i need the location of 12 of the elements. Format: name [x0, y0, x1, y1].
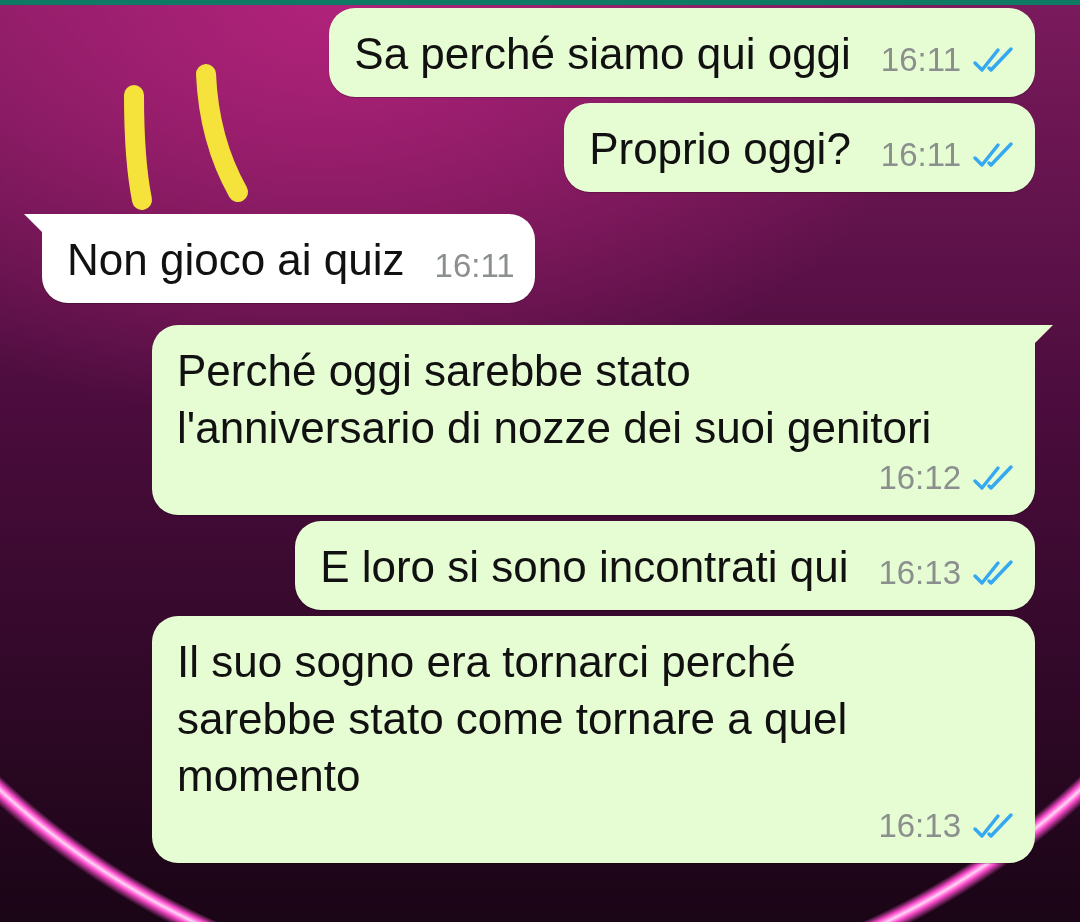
message-time: 16:11 — [880, 135, 961, 175]
message-time: 16:11 — [434, 246, 515, 286]
message-time: 16:11 — [880, 40, 961, 80]
message-text: Non gioco ai quiz — [67, 234, 405, 286]
message-text: E loro si sono incontrati qui — [320, 541, 849, 593]
message-time: 16:13 — [878, 553, 961, 593]
message-text: Il suo sogno era tornarci perché sarebbe stato come tornare a quel momento — [177, 636, 849, 802]
message-text: Perché oggi sarebbe stato l'anniversario di nozze dei suoi genitori — [177, 345, 933, 454]
message-text: Sa perché siamo qui oggi — [354, 28, 851, 80]
message-text: Proprio oggi? — [589, 123, 851, 175]
message-time: 16:13 — [878, 806, 961, 846]
message-time: 16:12 — [878, 458, 961, 498]
